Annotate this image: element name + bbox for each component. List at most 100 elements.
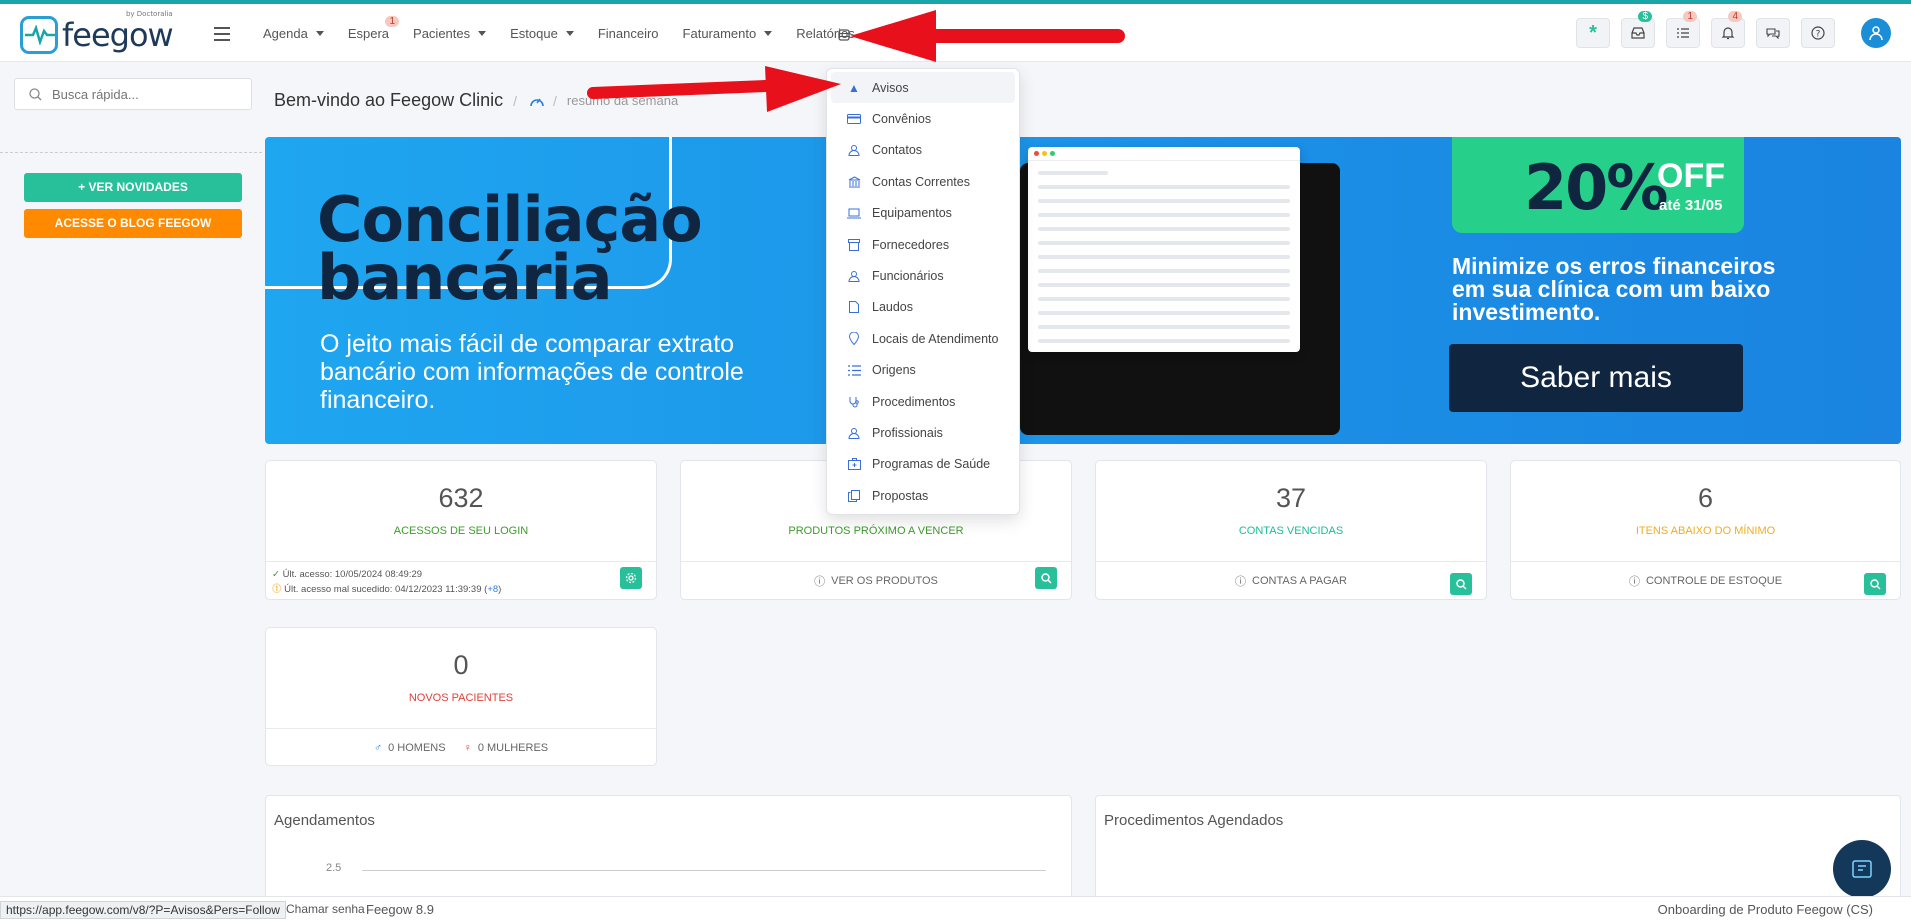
person-icon (846, 426, 862, 440)
menu-financeiro[interactable]: Financeiro (598, 26, 659, 41)
itens-count: 6 (1697, 483, 1714, 513)
quick-search[interactable] (14, 78, 252, 110)
bell-badge: 4 (1728, 11, 1742, 22)
itens-footer[interactable]: ⓘ CONTROLE DE ESTOQUE (1511, 561, 1900, 599)
login-card: 632 ACESSOS DE SEU LOGIN ✓ Últ. acesso: … (265, 460, 657, 600)
svg-text:?: ? (1816, 30, 1821, 40)
user-avatar-icon[interactable] (1861, 18, 1891, 48)
dropdown-item-equipamentos[interactable]: Equipamentos (827, 198, 1019, 229)
sidebar-divider (0, 152, 262, 153)
login-count: 632 (438, 483, 484, 513)
chat-widget-icon (1852, 860, 1872, 878)
offer-off: OFF (1657, 157, 1725, 195)
dropdown-item-propostas[interactable]: Propostas (827, 480, 1019, 511)
help-icon[interactable]: ? (1801, 18, 1835, 48)
dashboard-icon (530, 98, 544, 106)
contas-footer[interactable]: ⓘ CONTAS A PAGAR (1096, 561, 1486, 599)
medkit-icon (846, 457, 862, 471)
procedimentos-title: Procedimentos Agendados (1104, 812, 1284, 829)
logo-mark-icon (20, 16, 58, 54)
menu-pacientes[interactable]: Pacientes (413, 26, 487, 41)
female-icon: ♀ (463, 741, 472, 754)
pacientes-count: 0 (453, 650, 469, 680)
dropdown-item-origens[interactable]: Origens (827, 355, 1019, 386)
blog-feegow-button[interactable]: ACESSE O BLOG FEEGOW (24, 209, 242, 238)
produtos-search-button[interactable] (1035, 567, 1057, 589)
main-menu: Agenda Espera 1 Pacientes Estoque Finance… (263, 4, 879, 62)
info-icon: ⓘ (1628, 575, 1640, 588)
bank-icon (846, 175, 862, 189)
dropdown-item-contas-correntes[interactable]: Contas Correntes (827, 166, 1019, 197)
agendamentos-title: Agendamentos (274, 812, 375, 829)
support-chat-button[interactable] (1833, 840, 1891, 898)
info-icon: ⓘ (1235, 575, 1247, 588)
hamburger-menu-icon[interactable] (214, 27, 230, 45)
link-preview-url: https://app.feegow.com/v8/?P=Avisos&Pers… (0, 901, 286, 919)
dropdown-item-locais[interactable]: Locais de Atendimento (827, 323, 1019, 354)
app-version: Feegow 8.9 (366, 902, 434, 917)
banner-title: Conciliação bancária (317, 183, 703, 314)
offer-box: 20% OFF até 31/05 (1452, 137, 1744, 233)
search-input[interactable] (52, 86, 232, 102)
chart-gridline (362, 870, 1046, 871)
dropdown-item-convenios[interactable]: Convênios (827, 103, 1019, 134)
promo-banner[interactable]: Conciliação bancária O jeito mais fácil d… (265, 137, 1901, 444)
search-icon (29, 87, 42, 100)
header-icons: * $ 1 4 ? (1565, 11, 1891, 48)
login-details: ✓ Últ. acesso: 10/05/2024 08:49:29 ⓵ Últ… (272, 569, 502, 595)
espera-badge: 1 (385, 15, 400, 27)
settings-button[interactable] (620, 567, 642, 589)
dropdown-item-fornecedores[interactable]: Fornecedores (827, 229, 1019, 260)
dropdown-item-programas-saude[interactable]: Programas de Saúde (827, 449, 1019, 480)
produtos-footer[interactable]: ⓘ VER OS PRODUTOS (681, 561, 1071, 599)
dropdown-item-laudos[interactable]: Laudos (827, 292, 1019, 323)
saber-mais-button[interactable]: Saber mais (1449, 344, 1743, 412)
inbox-icon[interactable]: $ (1621, 11, 1655, 48)
gear-icon (625, 572, 637, 584)
contas-search-button[interactable] (1450, 573, 1472, 595)
chat-icon[interactable] (1756, 18, 1790, 48)
y-tick: 2.5 (326, 862, 342, 874)
produtos-label: PRODUTOS PRÓXIMO A VENCER (788, 525, 964, 537)
red-arrow-annotation-avisos (587, 66, 841, 112)
contas-label: CONTAS VENCIDAS (1238, 525, 1344, 537)
bell-icon[interactable]: 4 (1711, 11, 1745, 48)
asterisk-icon[interactable]: * (1576, 18, 1610, 48)
chevron-down-icon (764, 30, 773, 36)
status-bar: https://app.feegow.com/v8/?P=Avisos&Pers… (0, 896, 1911, 921)
dropdown-item-avisos[interactable]: ▲ Avisos (831, 72, 1015, 104)
pacientes-footer: ♂ 0 HOMENS ♀ 0 MULHERES (266, 728, 656, 766)
chamar-senha-button[interactable]: Chamar senha (286, 902, 365, 916)
menu-espera[interactable]: Espera 1 (348, 15, 400, 41)
screen-illustration (1028, 147, 1300, 352)
dollar-badge: $ (1638, 11, 1652, 22)
contas-card: 37 CONTAS VENCIDAS ⓘ CONTAS A PAGAR (1095, 460, 1487, 600)
itens-search-button[interactable] (1864, 573, 1886, 595)
offer-until: até 31/05 (1659, 197, 1723, 214)
copy-icon (846, 489, 862, 503)
pacientes-card: 0 NOVOS PACIENTES ♂ 0 HOMENS ♀ 0 MULHERE… (265, 627, 657, 766)
menu-estoque[interactable]: Estoque (510, 26, 574, 41)
menu-agenda[interactable]: Agenda (263, 26, 324, 41)
search-icon (1040, 572, 1052, 584)
dropdown-item-contatos[interactable]: Contatos (827, 135, 1019, 166)
chevron-down-icon (565, 30, 574, 36)
person-icon (846, 269, 862, 283)
dropdown-item-funcionarios[interactable]: Funcionários (827, 260, 1019, 291)
feegow-logo[interactable]: feegow by Doctoralia (20, 10, 174, 54)
dropdown-item-procedimentos[interactable]: Procedimentos (827, 386, 1019, 417)
stethoscope-icon (846, 395, 862, 409)
onboarding-label[interactable]: Onboarding de Produto Feegow (CS) (1658, 902, 1873, 917)
red-arrow-annotation-top (850, 10, 1125, 62)
dropdown-item-profissionais[interactable]: Profissionais (827, 417, 1019, 448)
tasks-icon[interactable]: 1 (1666, 11, 1700, 48)
menu-faturamento[interactable]: Faturamento (683, 26, 773, 41)
document-icon (846, 300, 862, 314)
logo-by-text: by Doctoralia (125, 10, 173, 18)
agendamentos-panel: Agendamentos 2.5 (265, 795, 1072, 905)
warning-icon: ▲ (848, 80, 860, 95)
ver-novidades-button[interactable]: + VER NOVIDADES (24, 173, 242, 202)
itens-card: 6 ITENS ABAIXO DO MÍNIMO ⓘ CONTROLE DE E… (1510, 460, 1901, 600)
male-icon: ♂ (373, 741, 383, 754)
person-icon (846, 143, 862, 157)
